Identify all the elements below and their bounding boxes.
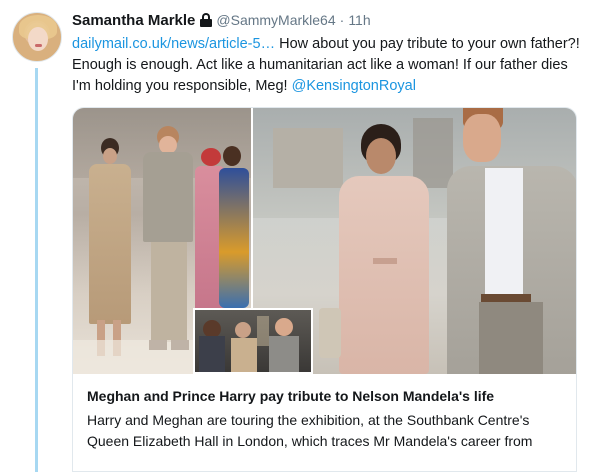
thread-line xyxy=(35,68,38,472)
lock-icon xyxy=(200,13,213,27)
author-name[interactable]: Samantha Markle xyxy=(72,12,195,29)
mention-kensingtonroyal[interactable]: @KensingtonRoyal xyxy=(292,78,416,94)
inset-photo xyxy=(193,308,313,374)
article-link[interactable]: dailymail.co.uk/news/article-5… xyxy=(72,36,275,52)
avatar[interactable] xyxy=(12,12,62,62)
tweet-header: Samantha Markle @SammyMarkle64 · 11h xyxy=(72,10,371,30)
card-title[interactable]: Meghan and Prince Harry pay tribute to N… xyxy=(87,388,567,404)
tweet-text: dailymail.co.uk/news/article-5… How abou… xyxy=(72,34,580,97)
avatar-lips xyxy=(35,44,42,47)
avatar-face xyxy=(28,27,48,51)
tweet-left-column xyxy=(0,0,62,472)
link-preview-card[interactable]: Meghan and Prince Harry pay tribute to N… xyxy=(72,107,577,472)
card-image[interactable] xyxy=(73,108,576,374)
card-description: Harry and Meghan are touring the exhibit… xyxy=(87,412,533,449)
author-handle[interactable]: @SammyMarkle64 xyxy=(216,12,335,28)
separator-dot: · xyxy=(339,12,345,28)
tweet-timestamp[interactable]: 11h xyxy=(348,12,370,28)
tweet[interactable]: Samantha Markle @SammyMarkle64 · 11h dai… xyxy=(0,0,592,472)
